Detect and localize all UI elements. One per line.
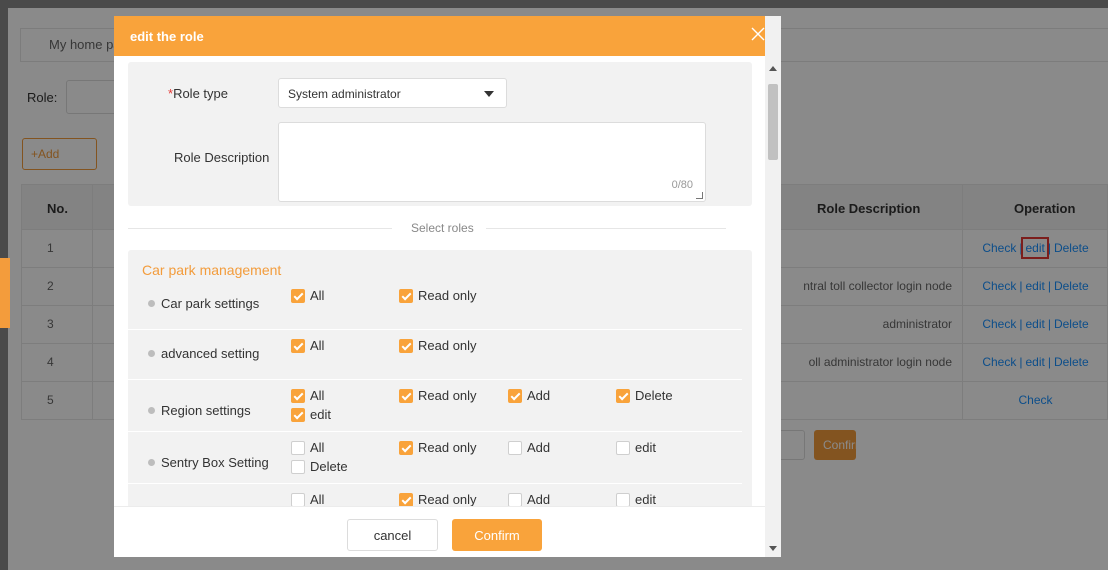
checkbox-label: Delete: [310, 459, 348, 474]
role-description-label: Role Description: [174, 150, 270, 165]
checkbox-label: Read only: [418, 388, 477, 403]
permission-checkbox-add[interactable]: Add: [508, 388, 550, 403]
checkbox-label: All: [310, 288, 325, 303]
divider-right: [486, 228, 726, 229]
permission-checkbox-all[interactable]: All: [291, 338, 324, 353]
checkbox-label: Read only: [418, 338, 477, 353]
char-counter: 0/80: [671, 179, 693, 191]
checkbox-icon[interactable]: [508, 388, 522, 403]
checkbox-label: Read only: [418, 492, 477, 506]
edit-role-dialog: edit the role *Role type System administ…: [114, 16, 781, 557]
divider-left: [128, 228, 392, 229]
permission-checkbox-delete[interactable]: Delete: [616, 388, 673, 403]
dialog-title: edit the role: [130, 29, 204, 44]
select-roles-divider: Select roles: [407, 221, 478, 235]
checkbox-label: edit: [310, 407, 331, 422]
permission-checkbox-all[interactable]: All: [291, 492, 324, 506]
permission-name-text: advanced setting: [161, 346, 260, 361]
checkbox-icon[interactable]: [291, 388, 305, 403]
checkbox-icon[interactable]: [399, 288, 413, 303]
permission-name: Sentry Box Setting: [148, 455, 269, 470]
checkbox-label: All: [310, 492, 325, 506]
checkbox-label: Add: [527, 388, 551, 403]
permission-name: advanced setting: [148, 346, 259, 361]
permission-checkbox-edit[interactable]: edit: [616, 440, 656, 455]
permission-row: Car park settings All Read only: [128, 280, 742, 330]
checkbox-icon[interactable]: [291, 338, 305, 353]
role-type-value: System administrator: [288, 87, 401, 101]
confirm-button[interactable]: Confirm: [452, 519, 542, 551]
checkbox-label: Delete: [635, 388, 673, 403]
cancel-button[interactable]: cancel: [347, 519, 438, 551]
checkbox-label: Add: [527, 492, 551, 506]
checkbox-icon[interactable]: [399, 388, 413, 403]
checkbox-icon[interactable]: [616, 440, 630, 455]
role-type-select[interactable]: System administrator: [278, 78, 507, 108]
caret-down-icon: [484, 91, 494, 97]
resize-grip-icon[interactable]: [696, 192, 703, 199]
side-collapse-handle[interactable]: [0, 258, 10, 328]
checkbox-label: Add: [527, 440, 551, 455]
checkbox-icon[interactable]: [399, 440, 413, 455]
checkbox-icon[interactable]: [508, 440, 522, 455]
permission-checkbox-all[interactable]: All: [291, 440, 324, 455]
permission-checkbox-read-only[interactable]: Read only: [399, 288, 477, 303]
dialog-header: edit the role: [114, 16, 781, 56]
role-form: *Role type System administrator Role Des…: [128, 62, 752, 206]
checkbox-icon[interactable]: [508, 492, 522, 506]
permission-name-text: Region settings: [161, 403, 251, 418]
permission-checkbox-all[interactable]: All: [291, 288, 324, 303]
bullet-icon: [148, 300, 155, 308]
dialog-body: *Role type System administrator Role Des…: [114, 56, 781, 506]
scroll-down-icon[interactable]: [769, 546, 777, 551]
checkbox-label: All: [310, 440, 325, 455]
checkbox-label: All: [310, 338, 325, 353]
permission-checkbox-read-only[interactable]: Read only: [399, 338, 477, 353]
permission-checkbox-edit[interactable]: edit: [291, 407, 331, 422]
checkbox-icon[interactable]: [291, 407, 305, 422]
permission-checkbox-read-only[interactable]: Read only: [399, 440, 477, 455]
role-type-label-text: Role type: [173, 86, 228, 101]
checkbox-icon[interactable]: [616, 388, 630, 403]
permission-checkbox-all[interactable]: All: [291, 388, 324, 403]
permission-checkbox-read-only[interactable]: Read only: [399, 388, 477, 403]
checkbox-label: Read only: [418, 440, 477, 455]
role-type-label: *Role type: [168, 86, 228, 101]
role-description-textarea[interactable]: 0/80: [278, 122, 706, 202]
bullet-icon: [148, 407, 155, 415]
dialog-footer: cancel Confirm: [114, 506, 765, 557]
scroll-thumb[interactable]: [768, 84, 778, 160]
permission-row: All Read only Add edit: [128, 484, 742, 506]
checkbox-label: edit: [635, 492, 656, 506]
permission-name-text: Sentry Box Setting: [161, 455, 269, 470]
permission-checkbox-delete[interactable]: Delete: [291, 459, 348, 474]
bullet-icon: [148, 350, 155, 358]
permission-name-text: Car park settings: [161, 296, 260, 311]
section-title: Car park management: [142, 262, 282, 278]
permission-checkbox-add[interactable]: Add: [508, 440, 550, 455]
checkbox-label: Read only: [418, 288, 477, 303]
permission-row: advanced setting All Read only: [128, 330, 742, 380]
checkbox-icon[interactable]: [291, 288, 305, 303]
checkbox-icon[interactable]: [399, 492, 413, 506]
checkbox-icon[interactable]: [291, 440, 305, 455]
checkbox-label: All: [310, 388, 325, 403]
checkbox-label: edit: [635, 440, 656, 455]
checkbox-icon[interactable]: [616, 492, 630, 506]
permission-name: Car park settings: [148, 296, 259, 311]
dialog-scrollbar[interactable]: [765, 16, 781, 557]
permission-row: Region settings All Read only Add Delete edit: [128, 380, 742, 432]
permission-checkbox-add[interactable]: Add: [508, 492, 550, 506]
permission-name: Region settings: [148, 403, 251, 418]
permission-checkbox-read-only[interactable]: Read only: [399, 492, 477, 506]
checkbox-icon[interactable]: [291, 459, 305, 474]
permissions-panel: Car park management Car park settings All…: [128, 250, 752, 506]
scroll-up-icon[interactable]: [769, 66, 777, 71]
checkbox-icon[interactable]: [399, 338, 413, 353]
permission-checkbox-edit[interactable]: edit: [616, 492, 656, 506]
bullet-icon: [148, 459, 155, 467]
permission-row: Sentry Box Setting All Read only Add edit Del…: [128, 432, 742, 484]
checkbox-icon[interactable]: [291, 492, 305, 506]
